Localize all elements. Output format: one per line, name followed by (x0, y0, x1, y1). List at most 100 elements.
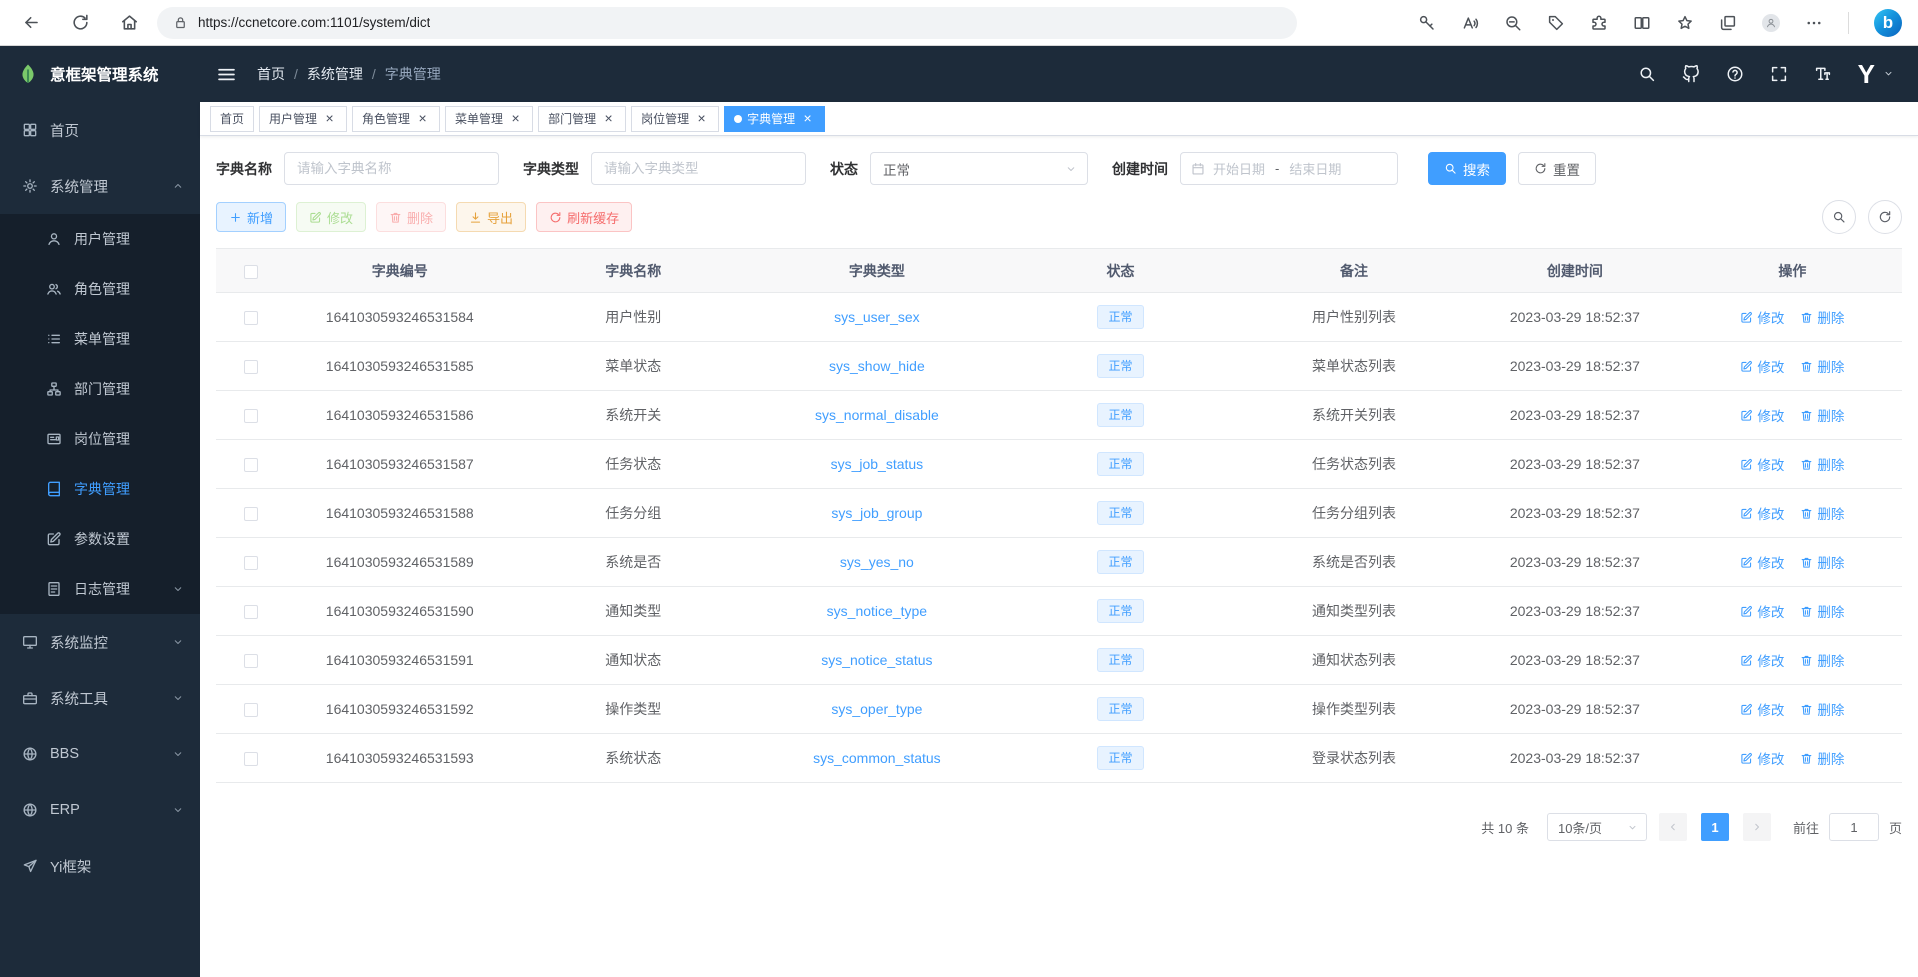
github-icon[interactable] (1682, 65, 1700, 83)
sidebar-item-param-settings[interactable]: 参数设置 (0, 514, 200, 564)
row-edit-button[interactable]: 修改 (1740, 503, 1784, 523)
row-delete-button[interactable]: 删除 (1800, 405, 1844, 425)
favorites-icon[interactable] (1676, 14, 1694, 32)
tab-close-icon[interactable]: × (800, 111, 815, 126)
sidebar-item-dict-management[interactable]: 字典管理 (0, 464, 200, 514)
row-delete-button[interactable]: 删除 (1800, 650, 1844, 670)
row-delete-button[interactable]: 删除 (1800, 552, 1844, 572)
app-logo[interactable]: 意框架管理系统 (0, 46, 200, 102)
zoom-out-icon[interactable] (1504, 14, 1522, 32)
tab-menu-management[interactable]: 菜单管理× (445, 106, 533, 132)
add-button[interactable]: 新增 (216, 202, 286, 232)
breadcrumb-item[interactable]: 系统管理 (307, 64, 363, 84)
shopping-tag-icon[interactable] (1547, 14, 1565, 32)
sidebar-item-menu-management[interactable]: 菜单管理 (0, 314, 200, 364)
tab-close-icon[interactable]: × (415, 111, 430, 126)
delete-button[interactable]: 删除 (376, 202, 446, 232)
sidebar-item-user-management[interactable]: 用户管理 (0, 214, 200, 264)
refresh-table-button[interactable] (1868, 200, 1902, 234)
dict-type-link[interactable]: sys_notice_status (821, 652, 932, 668)
dict-type-link[interactable]: sys_common_status (813, 750, 941, 766)
status-select[interactable]: 正常 (870, 152, 1088, 185)
dict-type-link[interactable]: sys_notice_type (827, 603, 927, 619)
row-delete-button[interactable]: 删除 (1800, 454, 1844, 474)
sidebar-item-erp[interactable]: ERP (0, 782, 200, 838)
sidebar-item-home[interactable]: 首页 (0, 102, 200, 158)
row-checkbox[interactable] (244, 507, 258, 521)
tab-home[interactable]: 首页 (210, 106, 254, 132)
row-delete-button[interactable]: 删除 (1800, 503, 1844, 523)
row-checkbox[interactable] (244, 605, 258, 619)
collections-icon[interactable] (1719, 14, 1737, 32)
date-range-picker[interactable]: 开始日期 - 结束日期 (1180, 152, 1398, 185)
next-page-button[interactable] (1743, 813, 1771, 841)
sidebar-item-dept-management[interactable]: 部门管理 (0, 364, 200, 414)
row-edit-button[interactable]: 修改 (1740, 405, 1784, 425)
dict-type-link[interactable]: sys_job_status (831, 456, 924, 472)
row-delete-button[interactable]: 删除 (1800, 356, 1844, 376)
tab-dept-management[interactable]: 部门管理× (538, 106, 626, 132)
dict-type-input[interactable] (591, 152, 806, 185)
fullscreen-icon[interactable] (1770, 65, 1788, 83)
export-button[interactable]: 导出 (456, 202, 526, 232)
tab-role-management[interactable]: 角色管理× (352, 106, 440, 132)
row-checkbox[interactable] (244, 409, 258, 423)
user-logo[interactable]: Y (1858, 61, 1875, 87)
dict-type-link[interactable]: sys_oper_type (831, 701, 922, 717)
page-1-button[interactable]: 1 (1701, 813, 1729, 841)
tab-dict-management[interactable]: 字典管理× (724, 106, 825, 132)
row-checkbox[interactable] (244, 556, 258, 570)
row-delete-button[interactable]: 删除 (1800, 699, 1844, 719)
profile-avatar[interactable] (1762, 14, 1780, 32)
toggle-search-button[interactable] (1822, 200, 1856, 234)
read-aloud-icon[interactable] (1461, 14, 1479, 32)
sidebar-item-post-management[interactable]: 岗位管理 (0, 414, 200, 464)
edit-button[interactable]: 修改 (296, 202, 366, 232)
goto-page-input[interactable] (1829, 813, 1879, 841)
sidebar-item-log-management[interactable]: 日志管理 (0, 564, 200, 614)
row-edit-button[interactable]: 修改 (1740, 454, 1784, 474)
header-search-icon[interactable] (1638, 65, 1656, 83)
browser-home-icon[interactable] (120, 13, 139, 32)
dict-type-link[interactable]: sys_yes_no (840, 554, 914, 570)
chevron-down-icon[interactable] (1883, 68, 1894, 79)
row-checkbox[interactable] (244, 360, 258, 374)
sidebar-item-bbs[interactable]: BBS (0, 726, 200, 782)
row-edit-button[interactable]: 修改 (1740, 748, 1784, 768)
sidebar-item-system-monitor[interactable]: 系统监控 (0, 614, 200, 670)
row-edit-button[interactable]: 修改 (1740, 699, 1784, 719)
dict-type-link[interactable]: sys_show_hide (829, 358, 925, 374)
split-screen-icon[interactable] (1633, 14, 1651, 32)
search-button[interactable]: 搜索 (1428, 152, 1506, 185)
prev-page-button[interactable] (1659, 813, 1687, 841)
dict-type-link[interactable]: sys_normal_disable (815, 407, 939, 423)
tab-close-icon[interactable]: × (322, 111, 337, 126)
row-edit-button[interactable]: 修改 (1740, 307, 1784, 327)
back-icon[interactable] (22, 13, 41, 32)
password-key-icon[interactable] (1418, 14, 1436, 32)
tab-close-icon[interactable]: × (601, 111, 616, 126)
more-options-icon[interactable] (1805, 14, 1823, 32)
reload-icon[interactable] (71, 13, 90, 32)
bing-icon[interactable]: b (1874, 9, 1902, 37)
row-checkbox[interactable] (244, 703, 258, 717)
row-checkbox[interactable] (244, 654, 258, 668)
select-all-checkbox[interactable] (244, 265, 258, 279)
row-checkbox[interactable] (244, 311, 258, 325)
sidebar-toggle-icon[interactable] (216, 64, 237, 85)
extensions-icon[interactable] (1590, 14, 1608, 32)
row-edit-button[interactable]: 修改 (1740, 552, 1784, 572)
row-edit-button[interactable]: 修改 (1740, 356, 1784, 376)
row-delete-button[interactable]: 删除 (1800, 601, 1844, 621)
refresh-cache-button[interactable]: 刷新缓存 (536, 202, 632, 232)
sidebar-item-system-tools[interactable]: 系统工具 (0, 670, 200, 726)
reset-button[interactable]: 重置 (1518, 152, 1596, 185)
row-checkbox[interactable] (244, 752, 258, 766)
sidebar-item-yi-framework[interactable]: Yi框架 (0, 838, 200, 894)
row-delete-button[interactable]: 删除 (1800, 307, 1844, 327)
sidebar-item-role-management[interactable]: 角色管理 (0, 264, 200, 314)
address-bar[interactable]: https://ccnetcore.com:1101/system/dict (157, 7, 1297, 39)
tab-close-icon[interactable]: × (508, 111, 523, 126)
tab-post-management[interactable]: 岗位管理× (631, 106, 719, 132)
page-size-select[interactable]: 10条/页 (1547, 813, 1647, 841)
